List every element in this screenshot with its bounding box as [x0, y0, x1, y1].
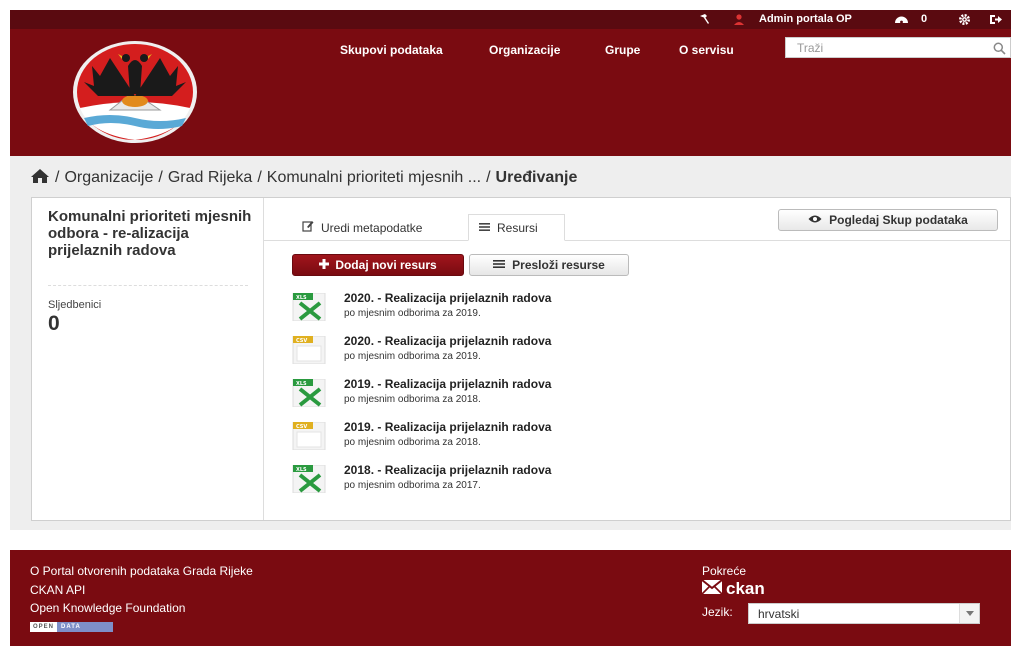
csv-file-icon: CSV — [292, 335, 326, 367]
language-value: hrvatski — [758, 607, 800, 621]
chevron-down-icon[interactable] — [959, 604, 979, 623]
list-icon — [479, 221, 490, 235]
list-icon — [493, 258, 506, 272]
resource-title[interactable]: 2018. - Realizacija prijelaznih radova — [344, 463, 551, 477]
footer-link-ckan-api[interactable]: CKAN API — [30, 583, 85, 597]
breadcrumb-active: Uređivanje — [495, 169, 578, 186]
add-resource-button[interactable]: Dodaj novi resurs — [292, 254, 464, 276]
account-bar: Admin portala OP 0 — [10, 10, 1011, 29]
resource-description: po mjesnim odborima za 2018. — [344, 394, 481, 405]
sidebar-divider — [48, 285, 248, 286]
resource-title[interactable]: 2020. - Realizacija prijelaznih radova — [344, 291, 551, 305]
breadcrumb-grad-rijeka[interactable]: Grad Rijeka — [168, 169, 252, 187]
tab-resources[interactable]: Resursi — [468, 214, 565, 241]
user-icon — [734, 10, 744, 29]
search-icon[interactable] — [993, 42, 1006, 58]
city-logo[interactable] — [70, 38, 200, 146]
svg-text:CSV: CSV — [296, 424, 307, 430]
site-footer: O Portal otvorenih podataka Grada Rijeke… — [10, 550, 1011, 646]
dataset-sidebar: Komunalni prioriteti mjesnih odbora - re… — [32, 198, 264, 520]
resource-description: po mjesnim odborima za 2017. — [344, 480, 481, 491]
footer-link-about[interactable]: O Portal otvorenih podataka Grada Rijeke — [30, 564, 253, 578]
resource-description: po mjesnim odborima za 2019. — [344, 351, 481, 362]
open-data-badge[interactable]: OPEN DATA — [30, 622, 113, 632]
csv-file-icon: CSV — [292, 421, 326, 453]
eye-icon — [808, 213, 822, 227]
language-label: Jezik: — [702, 605, 733, 619]
breadcrumb-organizations[interactable]: Organizacije — [64, 169, 153, 187]
dashboard-icon[interactable] — [894, 10, 909, 29]
ckan-icon — [701, 578, 723, 600]
resource-item[interactable]: CSV 2020. - Realizacija prijelaznih rado… — [292, 334, 892, 368]
activity-count[interactable]: 0 — [921, 10, 927, 29]
resource-title[interactable]: 2019. - Realizacija prijelaznih radova — [344, 420, 551, 434]
resource-item[interactable]: XLS 2019. - Realizacija prijelaznih rado… — [292, 377, 892, 411]
xls-file-icon: XLS — [292, 292, 326, 324]
edit-icon — [302, 220, 314, 235]
gear-icon[interactable] — [958, 10, 971, 29]
dataset-title: Komunalni prioriteti mjesnih odbora - re… — [48, 208, 252, 259]
ckan-logo[interactable]: ckan — [701, 578, 765, 600]
search-placeholder: Traži — [797, 41, 824, 55]
svg-text:XLS: XLS — [296, 381, 307, 387]
resource-item[interactable]: CSV 2019. - Realizacija prijelaznih rado… — [292, 420, 892, 454]
logout-icon[interactable] — [989, 10, 1003, 29]
breadcrumb-dataset[interactable]: Komunalni prioriteti mjesnih ... — [267, 169, 481, 187]
powered-by-label: Pokreće — [702, 564, 747, 578]
masthead: Skupovi podataka Organizacije Grupe O se… — [10, 29, 1011, 156]
xls-file-icon: XLS — [292, 464, 326, 496]
sysadmin-hammer-icon[interactable] — [698, 10, 711, 29]
home-icon[interactable] — [30, 168, 50, 189]
nav-organizations[interactable]: Organizacije — [489, 43, 560, 59]
svg-text:CSV: CSV — [296, 338, 307, 344]
resource-item[interactable]: XLS 2018. - Realizacija prijelaznih rado… — [292, 463, 892, 497]
nav-datasets[interactable]: Skupovi podataka — [340, 43, 443, 59]
user-name-link[interactable]: Admin portala OP — [759, 10, 852, 29]
resource-title[interactable]: 2020. - Realizacija prijelaznih radova — [344, 334, 551, 348]
resource-item[interactable]: XLS 2020. - Realizacija prijelaznih rado… — [292, 291, 892, 325]
resource-title[interactable]: 2019. - Realizacija prijelaznih radova — [344, 377, 551, 391]
resource-description: po mjesnim odborima za 2019. — [344, 308, 481, 319]
reorder-resources-button[interactable]: Presloži resurse — [469, 254, 629, 276]
nav-groups[interactable]: Grupe — [605, 43, 640, 59]
language-select[interactable]: hrvatski — [748, 603, 980, 624]
main-wrapper: Komunalni prioriteti mjesnih odbora - re… — [31, 197, 1011, 521]
tab-edit-metadata[interactable]: Uredi metapodatke — [292, 214, 432, 241]
svg-text:XLS: XLS — [296, 295, 307, 301]
breadcrumb: / Organizacije / Grad Rijeka / Komunalni… — [30, 167, 577, 189]
xls-file-icon: XLS — [292, 378, 326, 410]
nav-about[interactable]: O servisu — [679, 43, 734, 59]
footer-link-okfn[interactable]: Open Knowledge Foundation — [30, 601, 185, 615]
followers-count: 0 — [48, 312, 60, 335]
followers-label: Sljedbenici — [48, 299, 102, 311]
view-dataset-button[interactable]: Pogledaj Skup podataka — [778, 209, 998, 231]
svg-text:XLS: XLS — [296, 467, 307, 473]
plus-icon — [319, 258, 330, 272]
resource-description: po mjesnim odborima za 2018. — [344, 437, 481, 448]
search-input[interactable]: Traži — [785, 37, 1011, 58]
